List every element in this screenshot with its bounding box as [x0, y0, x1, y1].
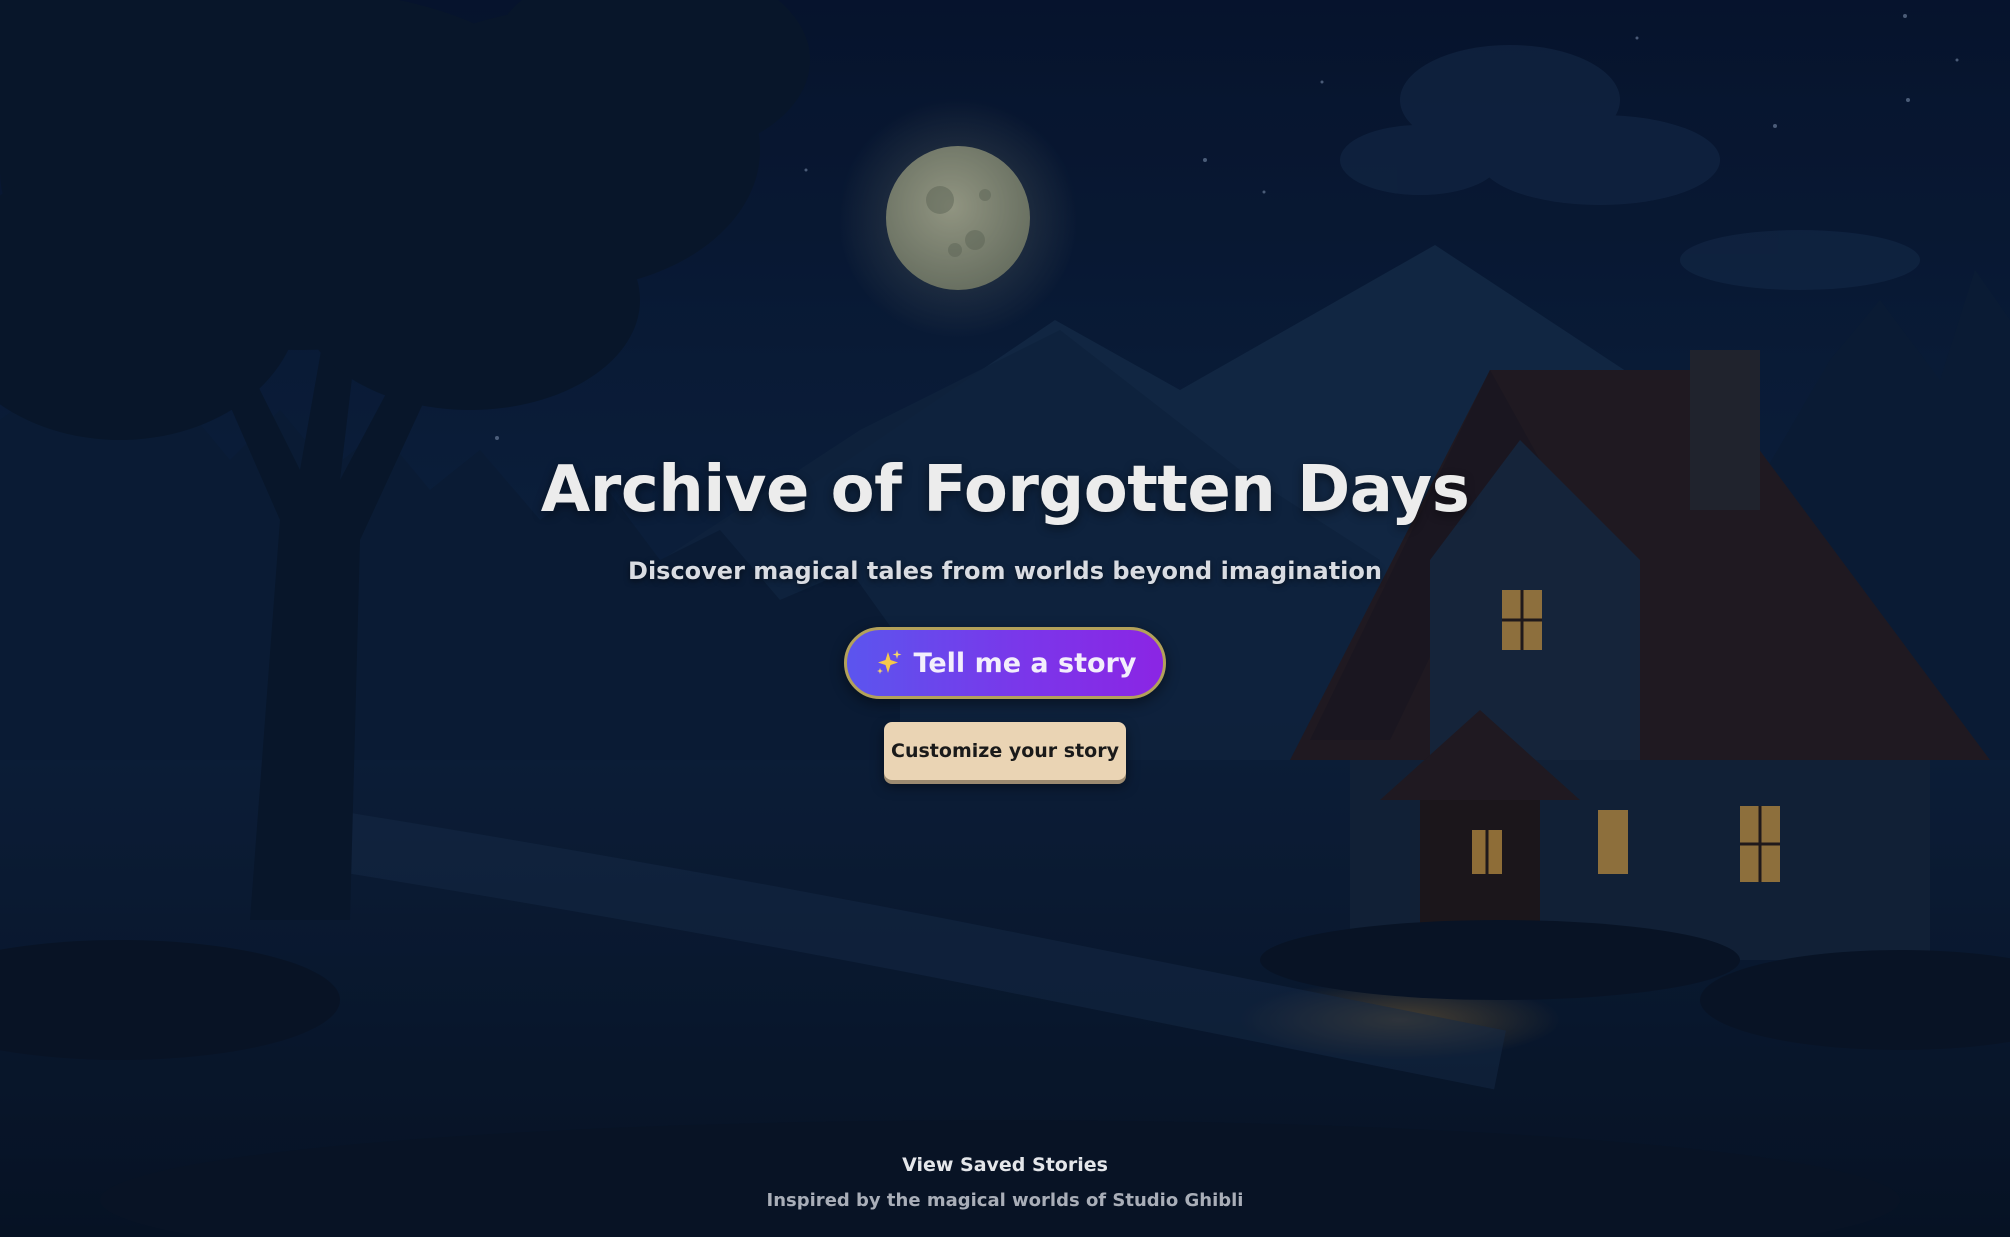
page-subtitle: Discover magical tales from worlds beyon… [628, 557, 1382, 585]
dim-overlay [0, 0, 2010, 1237]
sparkles-icon [874, 648, 904, 678]
tell-story-button[interactable]: Tell me a story [844, 627, 1166, 699]
customize-story-button[interactable]: Customize your story [884, 722, 1126, 780]
page-title: Archive of Forgotten Days [540, 453, 1470, 527]
hero: Archive of Forgotten Days Discover magic… [0, 440, 2010, 588]
view-saved-stories-link[interactable]: View Saved Stories [902, 1150, 1108, 1180]
tell-story-label: Tell me a story [913, 647, 1137, 679]
credit-text: Inspired by the magical worlds of Studio… [766, 1190, 1244, 1211]
footer: View Saved Stories Inspired by the magic… [0, 1150, 2010, 1214]
